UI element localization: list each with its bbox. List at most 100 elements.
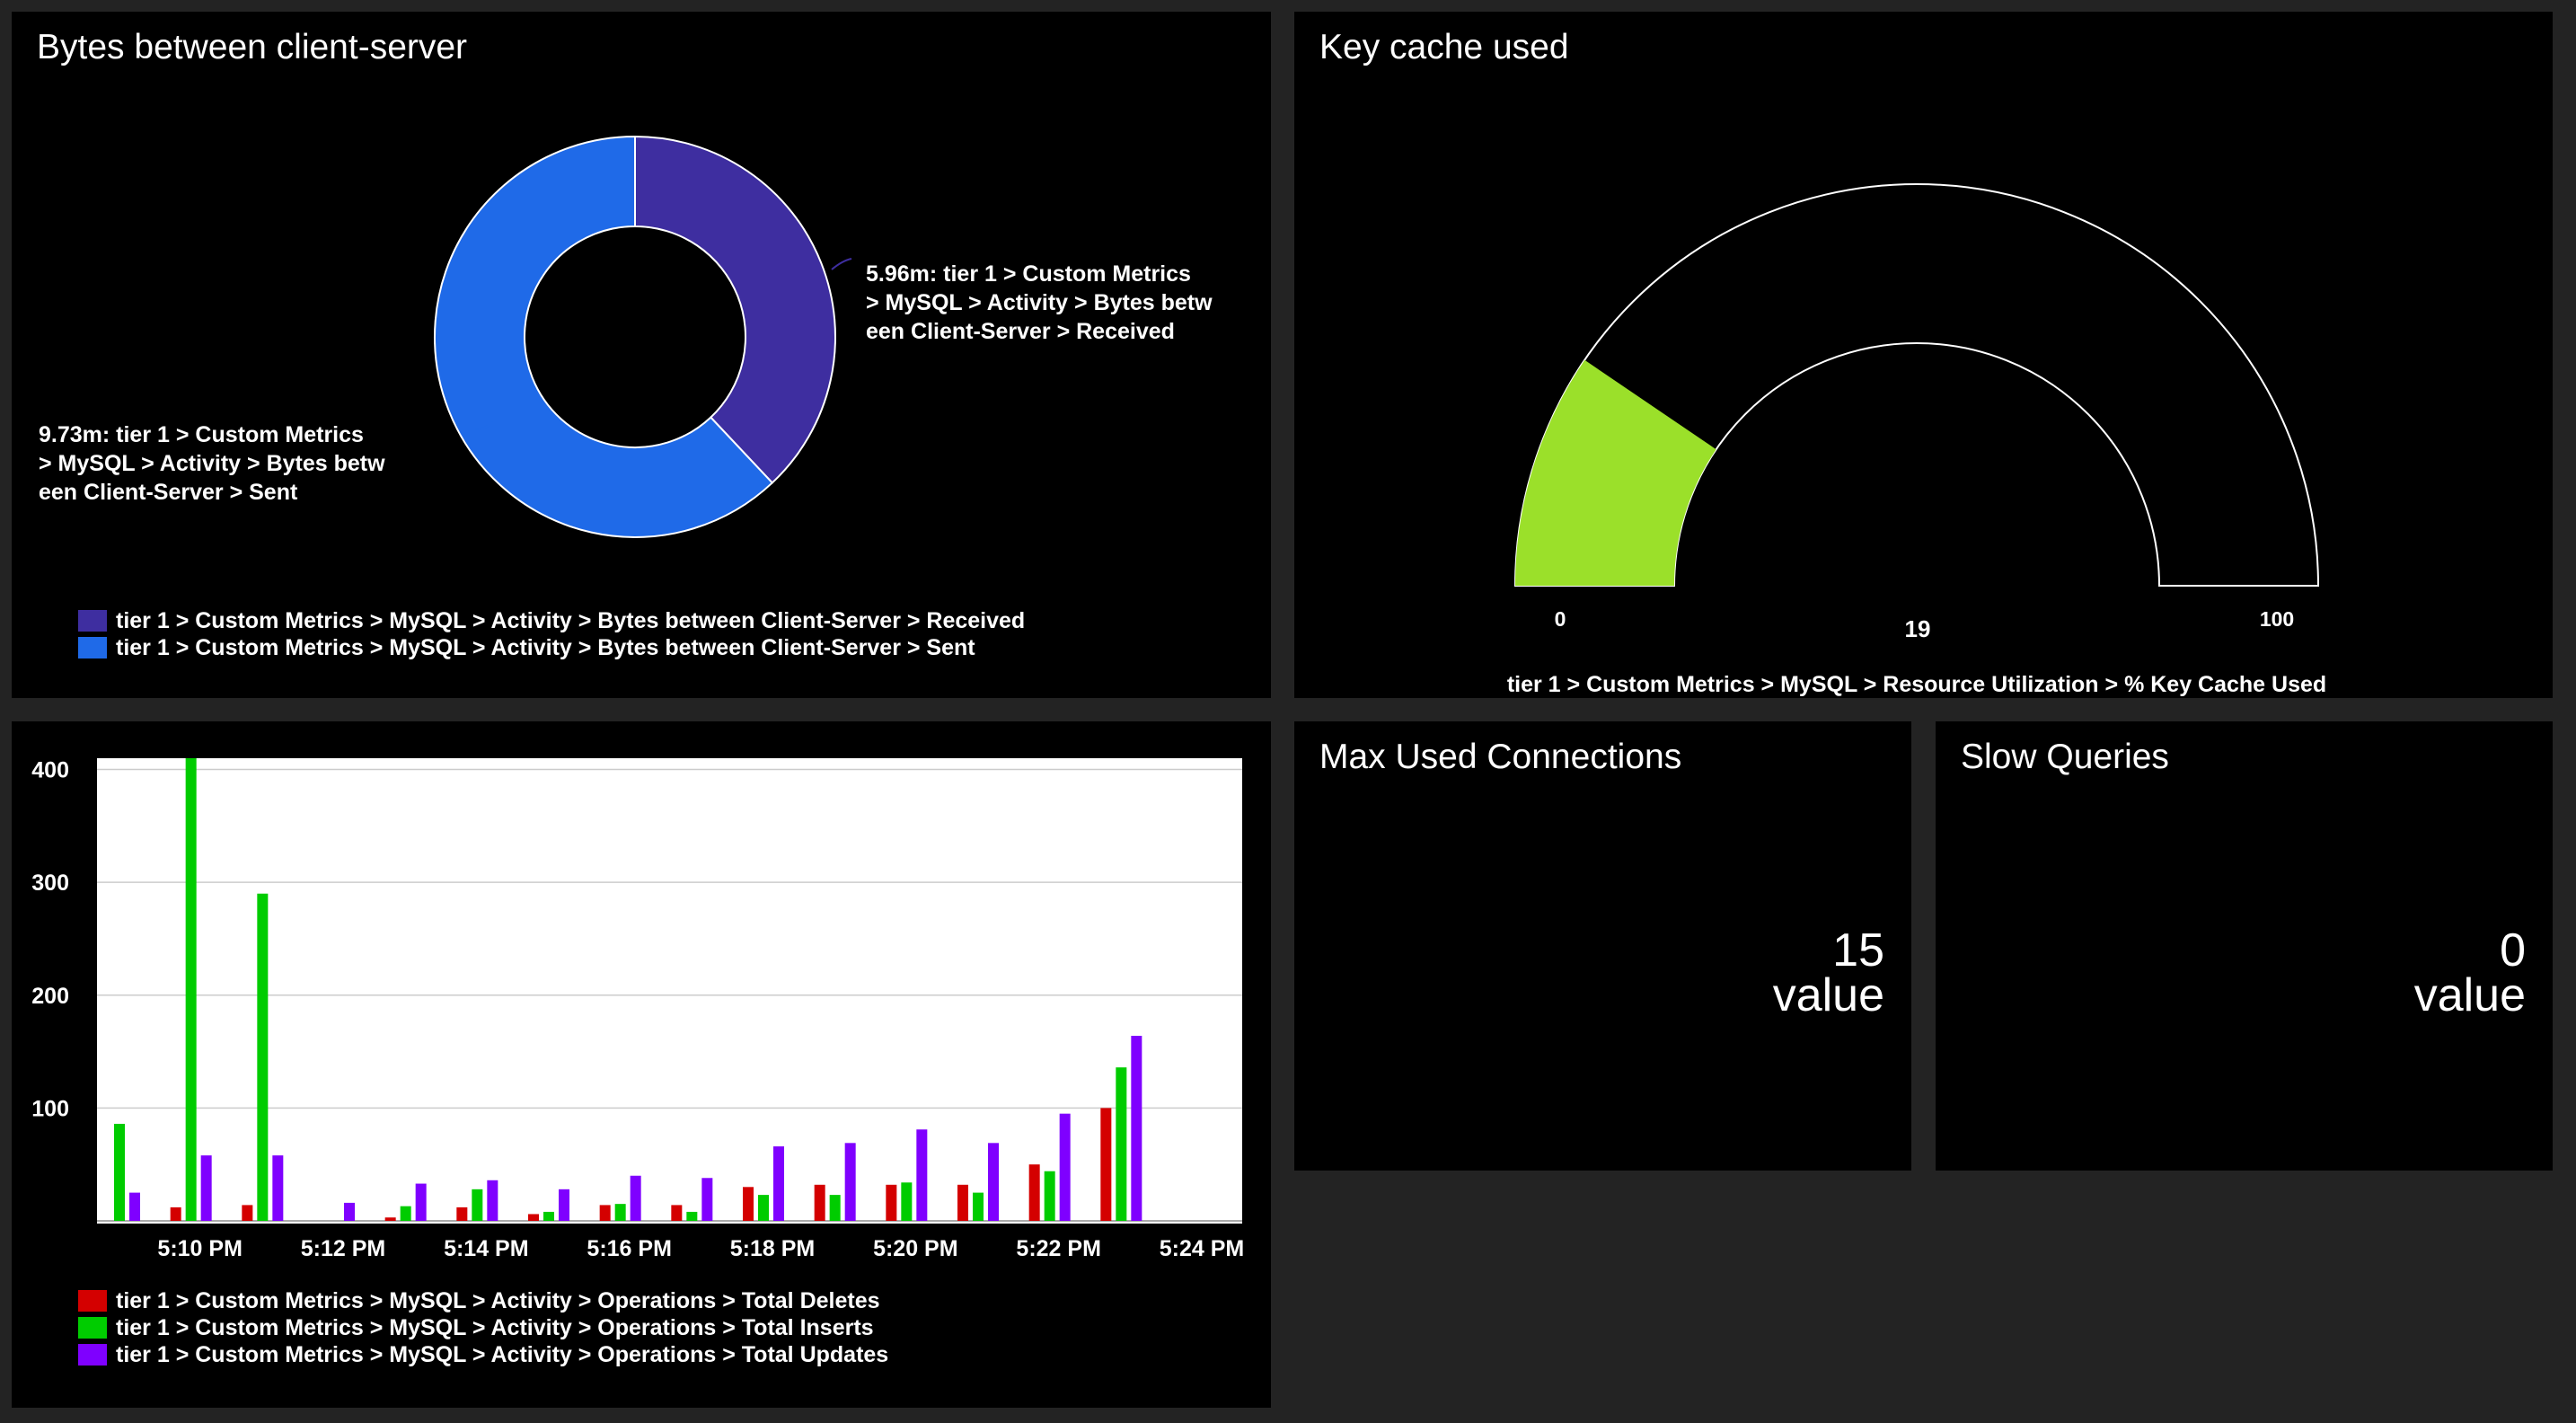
bar-updates[interactable] <box>916 1129 928 1221</box>
bar-updates[interactable] <box>487 1180 498 1221</box>
x-tick-label: 5:22 PM <box>1016 1236 1100 1261</box>
max-connections-caption: value <box>1772 969 1884 1021</box>
bar-updates[interactable] <box>1059 1113 1071 1221</box>
gauge-max-label: 100 <box>2260 607 2294 631</box>
legend-swatch-received <box>78 610 107 632</box>
operations-bar-chart: 100 200 300 400 5:10 PM 5:12 PM 5:14 PM 5:16 P… <box>31 758 1244 1261</box>
bar-deletes[interactable] <box>242 1205 253 1221</box>
slow-queries-panel: Slow Queries 0 value <box>1936 721 2553 1171</box>
y-tick-label: 400 <box>31 758 69 783</box>
legend-item-updates[interactable]: tier 1 > Custom Metrics > MySQL > Activi… <box>78 1341 888 1368</box>
max-connections-panel: Max Used Connections 15 value <box>1294 721 1911 1171</box>
keycache-gauge: 0 19 100 tier 1 > Custom Metrics > MySQL… <box>1507 183 2326 697</box>
bar-deletes[interactable] <box>886 1184 897 1221</box>
plot-background <box>97 758 1242 1224</box>
slow-queries-metric: 0 value <box>2413 924 2526 1021</box>
bar-inserts[interactable] <box>114 1123 125 1221</box>
slow-queries-title: Slow Queries <box>1961 738 2169 776</box>
x-tick-label: 5:16 PM <box>587 1236 671 1261</box>
received-leader-line <box>831 258 852 270</box>
sent-label-line-3: een Client-Server > Sent <box>39 480 298 505</box>
bar-deletes[interactable] <box>743 1187 754 1221</box>
bar-updates[interactable] <box>844 1143 856 1221</box>
bar-updates[interactable] <box>630 1175 641 1221</box>
x-tick-label: 5:18 PM <box>730 1236 815 1261</box>
bar-inserts[interactable] <box>543 1211 554 1221</box>
bar-updates[interactable] <box>272 1155 284 1221</box>
legend-item-deletes[interactable]: tier 1 > Custom Metrics > MySQL > Activi… <box>78 1287 888 1314</box>
bar-inserts[interactable] <box>901 1182 913 1221</box>
bar-deletes[interactable] <box>671 1205 683 1221</box>
gauge-fill <box>1515 359 1716 586</box>
bar-updates[interactable] <box>415 1183 427 1221</box>
legend-swatch-sent <box>78 637 107 658</box>
bar-deletes[interactable] <box>1028 1164 1040 1221</box>
legend-label-deletes: tier 1 > Custom Metrics > MySQL > Activi… <box>116 1287 880 1313</box>
bar-deletes[interactable] <box>957 1184 968 1221</box>
x-tick-label: 5:12 PM <box>301 1236 385 1261</box>
keycache-panel: Key cache used 0 19 100 tier 1 > Custom … <box>1294 12 2553 698</box>
bar-updates[interactable] <box>773 1146 784 1221</box>
bytes-panel: Bytes between client-server 5.96m: tier … <box>12 12 1271 698</box>
bar-deletes[interactable] <box>528 1214 539 1221</box>
received-label-line-2: > MySQL > Activity > Bytes betw <box>866 290 1213 315</box>
x-tick-label: 5:14 PM <box>444 1236 528 1261</box>
bar-updates[interactable] <box>559 1189 569 1221</box>
gauge-series-label: tier 1 > Custom Metrics > MySQL > Resour… <box>1507 672 2326 697</box>
bar-inserts[interactable] <box>973 1192 984 1221</box>
legend-label-sent: tier 1 > Custom Metrics > MySQL > Activi… <box>116 634 975 660</box>
legend-label-inserts: tier 1 > Custom Metrics > MySQL > Activi… <box>116 1314 874 1340</box>
bar-deletes[interactable] <box>170 1206 181 1221</box>
bytes-legend: tier 1 > Custom Metrics > MySQL > Activi… <box>78 607 1025 661</box>
bar-inserts[interactable] <box>257 893 269 1221</box>
slow-queries-caption: value <box>2413 969 2526 1021</box>
legend-item-inserts[interactable]: tier 1 > Custom Metrics > MySQL > Activi… <box>78 1314 888 1341</box>
max-connections-value: 15 <box>1832 924 1884 977</box>
bar-inserts[interactable] <box>614 1204 626 1221</box>
bar-inserts[interactable] <box>1116 1067 1127 1221</box>
bar-inserts[interactable] <box>1044 1171 1055 1221</box>
sent-label-line-1: 9.73m: tier 1 > Custom Metrics <box>39 422 364 447</box>
slow-queries-value: 0 <box>2500 924 2526 977</box>
operations-legend: tier 1 > Custom Metrics > MySQL > Activi… <box>78 1287 888 1368</box>
received-label-line-3: een Client-Server > Received <box>866 319 1175 344</box>
gauge-value-label: 19 <box>1905 615 1931 642</box>
bytes-donut-chart: 5.96m: tier 1 > Custom Metrics > MySQL >… <box>39 135 1213 538</box>
bar-inserts[interactable] <box>185 758 197 1221</box>
bar-inserts[interactable] <box>472 1189 483 1221</box>
bar-inserts[interactable] <box>829 1195 841 1221</box>
bar-updates[interactable] <box>344 1202 355 1221</box>
bar-updates[interactable] <box>1131 1036 1142 1221</box>
y-tick-label: 200 <box>31 984 69 1009</box>
legend-swatch-inserts <box>78 1317 107 1339</box>
bar-deletes[interactable] <box>814 1184 825 1221</box>
bar-updates[interactable] <box>988 1143 999 1221</box>
legend-label-updates: tier 1 > Custom Metrics > MySQL > Activi… <box>116 1341 889 1367</box>
bar-deletes[interactable] <box>1100 1108 1112 1221</box>
received-label-line-1: 5.96m: tier 1 > Custom Metrics <box>866 261 1191 287</box>
bar-deletes[interactable] <box>456 1206 468 1221</box>
bar-inserts[interactable] <box>758 1195 769 1221</box>
legend-item-received[interactable]: tier 1 > Custom Metrics > MySQL > Activi… <box>78 607 1025 634</box>
bar-inserts[interactable] <box>686 1211 698 1221</box>
bar-deletes[interactable] <box>599 1205 611 1221</box>
x-tick-label: 5:20 PM <box>873 1236 957 1261</box>
legend-item-sent[interactable]: tier 1 > Custom Metrics > MySQL > Activi… <box>78 634 1025 661</box>
gauge-min-label: 0 <box>1555 607 1566 631</box>
bar-updates[interactable] <box>200 1155 212 1221</box>
y-tick-label: 100 <box>31 1096 69 1121</box>
bar-deletes[interactable] <box>384 1217 396 1221</box>
max-connections-title: Max Used Connections <box>1319 738 1682 776</box>
bar-inserts[interactable] <box>400 1206 411 1221</box>
legend-label-received: tier 1 > Custom Metrics > MySQL > Activi… <box>116 607 1026 633</box>
operations-panel: 100 200 300 400 5:10 PM 5:12 PM 5:14 PM 5:16 P… <box>12 721 1271 1408</box>
legend-swatch-deletes <box>78 1290 107 1312</box>
donut-slice-received[interactable] <box>634 135 836 484</box>
x-tick-label: 5:10 PM <box>157 1236 242 1261</box>
bar-updates[interactable] <box>129 1192 140 1221</box>
max-connections-metric: 15 value <box>1772 924 1884 1021</box>
sent-label-line-2: > MySQL > Activity > Bytes betw <box>39 451 385 476</box>
y-tick-label: 300 <box>31 871 69 896</box>
legend-swatch-updates <box>78 1344 107 1366</box>
bar-updates[interactable] <box>701 1178 713 1221</box>
